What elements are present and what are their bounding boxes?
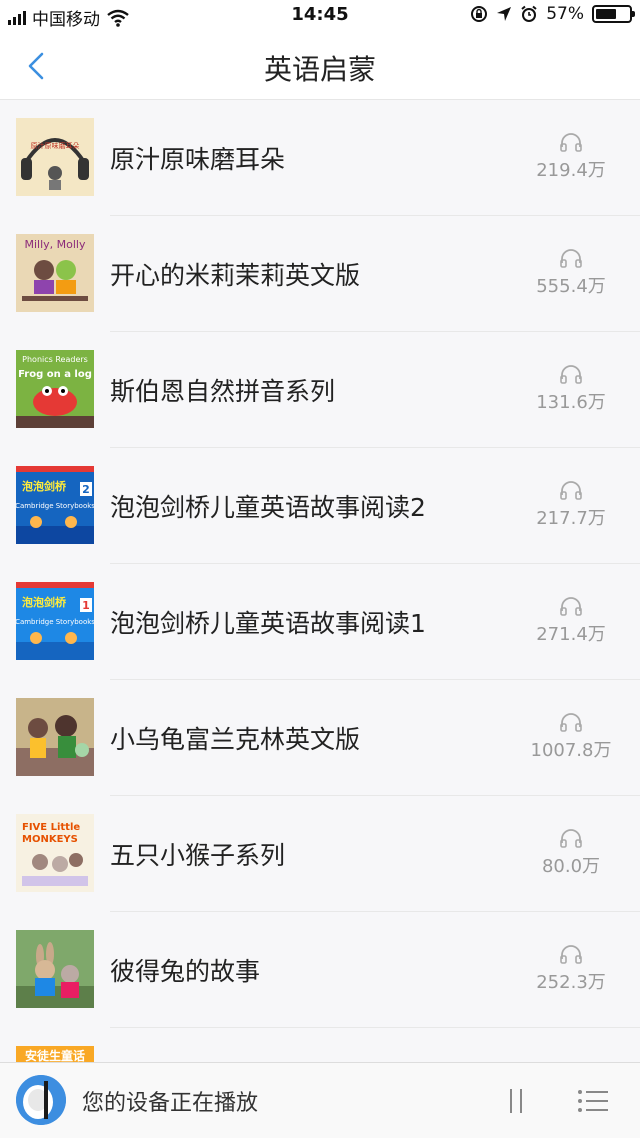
album-title: 泡泡剑桥儿童英语故事阅读1 (110, 609, 426, 638)
play-count-value: 271.4万 (536, 624, 606, 645)
play-count: 131.6万 (516, 364, 626, 414)
play-count-value: 80.0万 (541, 856, 601, 877)
rotation-lock-icon (471, 6, 488, 22)
album-cover: Milly, Molly (16, 234, 94, 312)
play-count: 80.0万 (516, 828, 626, 878)
play-count: 217.7万 (516, 480, 626, 530)
alarm-icon (521, 5, 537, 22)
album-item[interactable]: 泡泡剑桥 Cambridge Storybooks 1 泡泡剑桥儿童英语故事阅读… (0, 564, 640, 680)
playlist-button[interactable] (576, 1085, 610, 1117)
album-list: 原汁原味磨耳朵 原汁原味磨耳朵 219.4万 Milly, Molly 开心的米… (0, 100, 640, 1138)
play-count-value: 1007.8万 (530, 740, 612, 761)
headphones-icon (560, 945, 582, 964)
cover-title: MONKEYS (22, 834, 78, 845)
play-count-value: 555.4万 (536, 276, 606, 297)
album-cover: Phonics Readers Frog on a log (16, 350, 94, 428)
pause-icon (510, 1089, 522, 1113)
album-title: 开心的米莉茉莉英文版 (110, 261, 361, 290)
play-count-value: 217.7万 (536, 508, 606, 529)
album-item[interactable]: Phonics Readers Frog on a log 斯伯恩自然拼音系列 … (0, 332, 640, 448)
cover-title: Frog on a log (18, 369, 92, 380)
player-bar[interactable]: 您的设备正在播放 (0, 1062, 640, 1138)
headphones-icon (560, 481, 582, 500)
status-right: 57% (470, 4, 635, 24)
album-cover: 原汁原味磨耳朵 (16, 118, 94, 196)
headphones-icon (560, 365, 582, 384)
album-title: 斯伯恩自然拼音系列 (110, 377, 336, 406)
cover-title: 安徒生童话 (25, 1048, 85, 1063)
cover-subtitle: FIVE Little (22, 822, 80, 833)
album-item[interactable]: 泡泡剑桥 Cambridge Storybooks 2 泡泡剑桥儿童英语故事阅读… (0, 448, 640, 564)
album-item[interactable]: FIVE Little MONKEYS 五只小猴子系列 80.0万 (0, 796, 640, 912)
cover-title: 原汁原味磨耳朵 (31, 141, 80, 150)
album-cover (16, 698, 94, 776)
navigation-bar: 英语启蒙 (0, 32, 640, 100)
album-title: 原汁原味磨耳朵 (110, 145, 286, 174)
headphones-icon (560, 249, 582, 268)
album-item[interactable]: 彼得兔的故事 252.3万 (0, 912, 640, 1028)
pause-button[interactable] (500, 1085, 532, 1117)
play-count: 1007.8万 (516, 712, 626, 762)
album-cover (16, 930, 94, 1008)
svg-text:泡泡剑桥: 泡泡剑桥 (22, 595, 67, 609)
svg-text:2: 2 (82, 483, 90, 496)
cover-title: Milly, Molly (24, 238, 85, 251)
album-title: 泡泡剑桥儿童英语故事阅读2 (110, 493, 426, 522)
cover-title: Cambridge Storybooks (16, 502, 94, 510)
album-title: 小乌龟富兰克林英文版 (110, 725, 361, 754)
album-item[interactable]: 小乌龟富兰克林英文版 1007.8万 (0, 680, 640, 796)
headphones-icon (560, 713, 582, 732)
play-count-value: 131.6万 (536, 392, 606, 413)
list-icon (578, 1090, 608, 1112)
location-icon (497, 7, 512, 21)
battery-icon (592, 5, 635, 23)
album-cover: 泡泡剑桥 Cambridge Storybooks 2 (16, 466, 94, 544)
svg-text:泡泡剑桥: 泡泡剑桥 (22, 479, 67, 493)
device-avatar[interactable] (16, 1075, 66, 1125)
play-count: 271.4万 (516, 596, 626, 646)
album-title: 五只小猴子系列 (110, 841, 286, 870)
speaker-device-icon (16, 1075, 66, 1125)
album-item[interactable]: 原汁原味磨耳朵 原汁原味磨耳朵 219.4万 (0, 100, 640, 216)
play-count-value: 219.4万 (536, 160, 606, 181)
battery-percent: 57% (546, 4, 584, 24)
play-count-value: 252.3万 (536, 972, 606, 993)
cover-subtitle: Phonics Readers (22, 355, 88, 364)
headphones-icon (560, 597, 582, 616)
svg-text:1: 1 (82, 599, 90, 612)
player-status-text: 您的设备正在播放 (82, 1091, 259, 1116)
play-count: 252.3万 (516, 944, 626, 994)
status-bar: 中国移动 14:45 57% (0, 0, 640, 32)
play-count: 219.4万 (516, 132, 626, 182)
headphones-icon (560, 133, 582, 152)
page-title: 英语启蒙 (263, 53, 376, 86)
album-cover: 泡泡剑桥 Cambridge Storybooks 1 (16, 582, 94, 660)
album-item[interactable]: Milly, Molly 开心的米莉茉莉英文版 555.4万 (0, 216, 640, 332)
headphones-icon (560, 829, 582, 848)
play-count: 555.4万 (516, 248, 626, 298)
album-title: 彼得兔的故事 (110, 957, 261, 986)
cover-title: Cambridge Storybooks (16, 618, 94, 626)
album-cover: FIVE Little MONKEYS (16, 814, 94, 892)
